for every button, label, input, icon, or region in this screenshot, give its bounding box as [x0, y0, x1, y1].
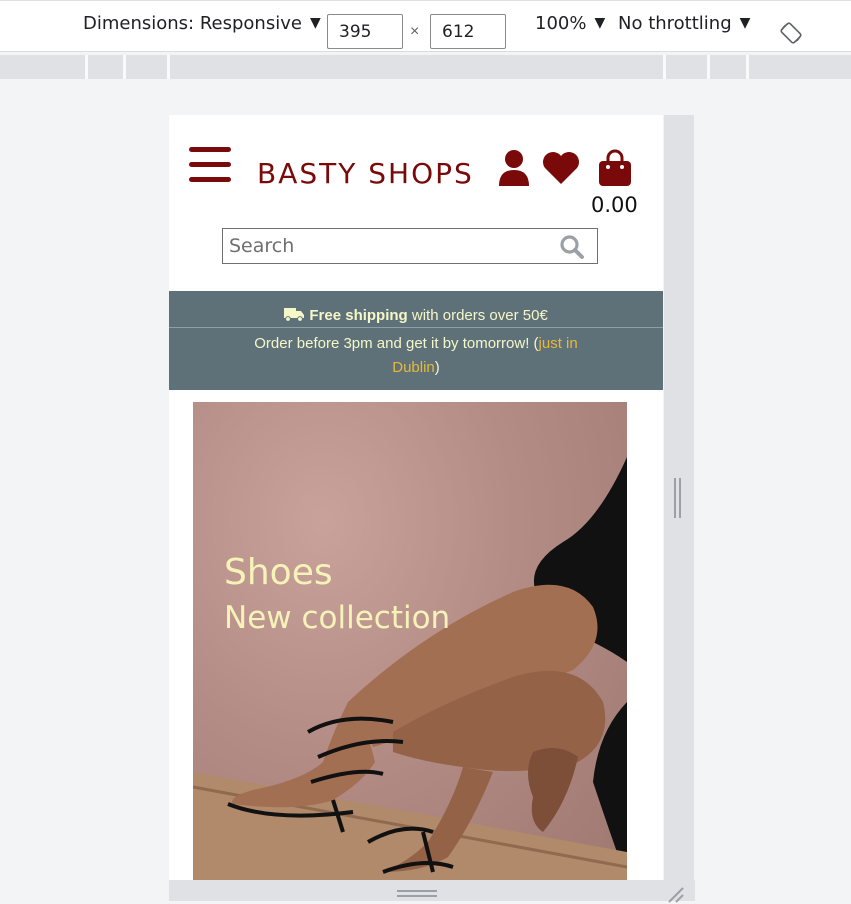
viewport-bottom-resize-handle[interactable]	[169, 880, 695, 904]
media-query-divider	[707, 55, 710, 79]
delivery-text: Order before 3pm and get it by tomorrow!…	[254, 335, 539, 352]
grip-line	[679, 478, 681, 518]
media-query-divider	[746, 55, 749, 79]
cart-total: 0.00	[591, 193, 638, 217]
dimensions-dropdown[interactable]: Dimensions: Responsive ▼	[83, 13, 321, 34]
dimensions-label: Dimensions: Responsive	[83, 13, 302, 34]
media-query-divider	[85, 55, 88, 79]
grip-line	[397, 895, 437, 897]
zoom-label: 100%	[535, 13, 587, 34]
viewport-right-resize-handle[interactable]	[664, 115, 694, 880]
caret-down-icon: ▼	[594, 15, 606, 31]
truck-icon	[284, 308, 305, 322]
brand-logo[interactable]: BASTY SHOPS	[257, 157, 474, 190]
throttling-dropdown[interactable]: No throttling ▼	[618, 13, 750, 34]
devtools-toolbar: Dimensions: Responsive ▼ × 100% ▼ No throt…	[0, 0, 851, 52]
shipping-condition: with orders over 50€	[407, 307, 548, 324]
caret-down-icon: ▼	[739, 15, 751, 31]
search-box	[222, 228, 598, 264]
grip-line	[674, 478, 676, 518]
media-query-divider	[167, 55, 170, 79]
zoom-dropdown[interactable]: 100% ▼	[535, 13, 605, 34]
media-query-bar[interactable]	[0, 55, 851, 79]
width-input[interactable]	[327, 14, 403, 49]
shipping-banner: Free shipping with orders over 50€ Order…	[169, 291, 663, 390]
caret-down-icon: ▼	[309, 15, 321, 31]
media-query-divider	[663, 55, 666, 79]
grip-line	[397, 890, 437, 892]
hero-title: Shoes	[224, 552, 333, 593]
height-input[interactable]	[430, 14, 506, 49]
account-icon[interactable]	[497, 149, 531, 187]
hamburger-menu-icon[interactable]	[189, 147, 231, 183]
hero-photo-illustration	[193, 457, 627, 880]
free-shipping-label: Free shipping	[309, 307, 408, 324]
rotate-icon[interactable]	[779, 21, 803, 45]
delivery-close: )	[434, 359, 440, 376]
times-label: ×	[410, 23, 420, 40]
delivery-line: Order before 3pm and get it by tomorrow!…	[169, 328, 663, 380]
hero-subtitle: New collection	[224, 600, 451, 636]
shopping-bag-icon[interactable]	[597, 149, 633, 187]
wishlist-heart-icon[interactable]	[541, 151, 581, 185]
hero-image[interactable]: Shoes New collection	[193, 402, 627, 880]
corner-resize-icon[interactable]	[665, 884, 685, 904]
shipping-line: Free shipping with orders over 50€	[169, 291, 663, 328]
search-icon[interactable]	[559, 234, 585, 260]
device-viewport: BASTY SHOPS 0.00 Free shipping with orde…	[169, 115, 663, 880]
search-input[interactable]	[223, 229, 543, 263]
media-query-divider	[123, 55, 126, 79]
throttling-label: No throttling	[618, 13, 732, 34]
